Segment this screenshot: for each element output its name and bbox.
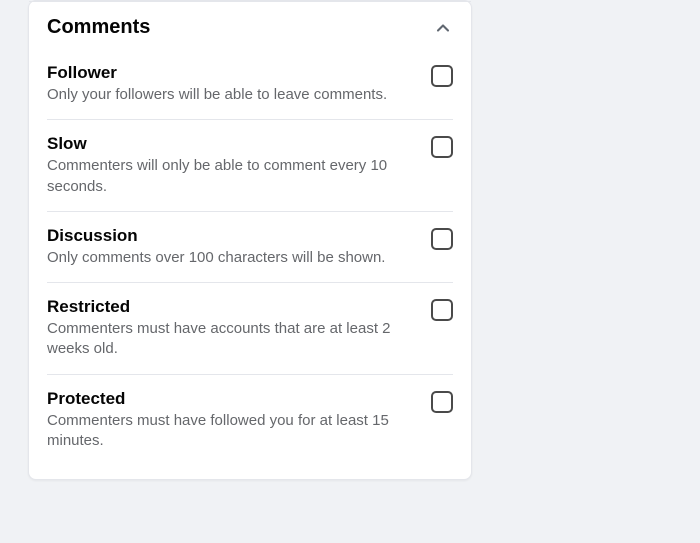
option-desc: Commenters must have accounts that are a…	[47, 319, 419, 360]
section-title: Comments	[47, 16, 150, 39]
slow-checkbox[interactable]	[431, 136, 453, 158]
option-title: Restricted	[47, 297, 419, 317]
option-title: Follower	[47, 63, 419, 83]
option-text: Discussion Only comments over 100 charac…	[47, 226, 419, 268]
option-follower: Follower Only your followers will be abl…	[47, 49, 453, 120]
option-text: Slow Commenters will only be able to com…	[47, 134, 419, 197]
option-title: Protected	[47, 389, 419, 409]
option-desc: Commenters must have followed you for at…	[47, 411, 419, 452]
option-text: Follower Only your followers will be abl…	[47, 63, 419, 105]
option-text: Restricted Commenters must have accounts…	[47, 297, 419, 360]
protected-checkbox[interactable]	[431, 391, 453, 413]
option-desc: Commenters will only be able to comment …	[47, 156, 419, 197]
comments-section-header[interactable]: Comments	[29, 1, 471, 49]
options-list: Follower Only your followers will be abl…	[29, 49, 471, 479]
restricted-checkbox[interactable]	[431, 299, 453, 321]
option-title: Discussion	[47, 226, 419, 246]
option-restricted: Restricted Commenters must have accounts…	[47, 283, 453, 375]
discussion-checkbox[interactable]	[431, 228, 453, 250]
follower-checkbox[interactable]	[431, 65, 453, 87]
option-desc: Only your followers will be able to leav…	[47, 85, 419, 105]
option-text: Protected Commenters must have followed …	[47, 389, 419, 452]
option-protected: Protected Commenters must have followed …	[47, 375, 453, 466]
option-desc: Only comments over 100 characters will b…	[47, 248, 419, 268]
chevron-up-icon	[433, 18, 453, 38]
settings-card: Comments Follower Only your followers wi…	[28, 0, 472, 480]
option-slow: Slow Commenters will only be able to com…	[47, 120, 453, 212]
option-discussion: Discussion Only comments over 100 charac…	[47, 212, 453, 283]
option-title: Slow	[47, 134, 419, 154]
